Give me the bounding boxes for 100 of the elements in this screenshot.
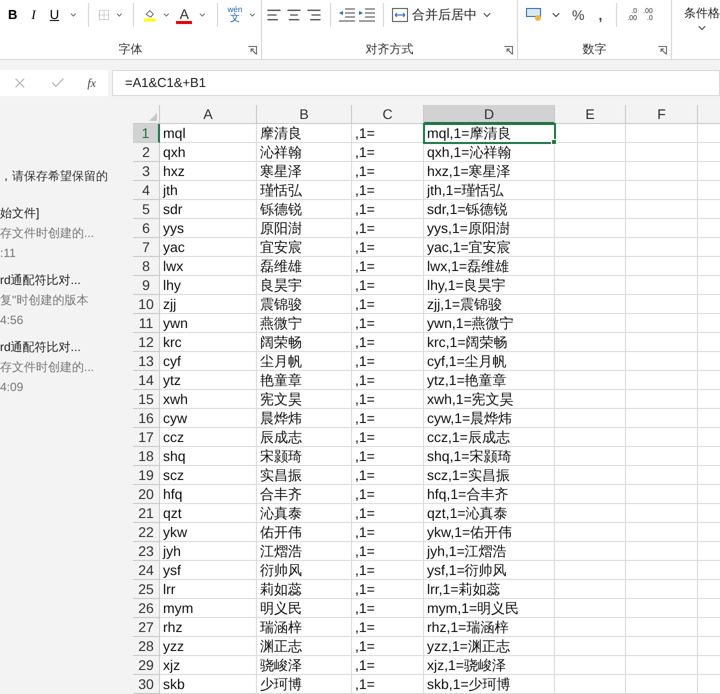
row-header[interactable]: 25 [133,580,160,599]
empty-cell [626,257,698,276]
insert-function-button[interactable]: fx [87,74,96,92]
empty-cell [626,618,698,637]
row-header[interactable]: 8 [133,257,160,276]
borders-icon[interactable] [98,8,109,22]
table-cell: lwx,1=磊维雄 [424,257,555,276]
row-header[interactable]: 14 [133,371,160,390]
row-header[interactable]: 27 [133,618,160,637]
empty-cell [626,561,698,580]
row-header[interactable]: 6 [133,219,160,238]
table-cell: 铄德锐 [257,200,352,219]
version-item[interactable]: 始文件] 存文件时创建的... :11 [0,205,133,261]
empty-cell [555,257,626,276]
merge-center-button[interactable]: 合并后居中 [392,5,477,25]
table-cell: krc [160,333,257,352]
dialog-launcher-icon[interactable] [504,46,513,55]
bold-button[interactable]: B [4,5,22,25]
decrease-indent-icon[interactable] [339,8,355,22]
table-cell: krc,1=阔荣畅 [424,333,555,352]
column-header[interactable]: C [352,105,424,124]
dialog-launcher-icon[interactable] [248,46,257,55]
row-header[interactable]: 3 [133,162,160,181]
formula-input[interactable]: =A1&C1&+B1 [112,70,720,96]
table-cell: lhy [160,276,257,295]
fill-handle[interactable] [551,139,557,145]
table-cell: ysf,1=衍帅风 [424,561,555,580]
italic-button[interactable]: I [27,5,40,25]
row-header[interactable]: 24 [133,561,160,580]
table-cell: ykw [160,523,257,542]
row-header[interactable]: 15 [133,390,160,409]
row-header[interactable]: 29 [133,656,160,675]
table-cell: qzt,1=沁真泰 [424,504,555,523]
table-cell: 晨烨炜 [257,409,352,428]
row-header[interactable]: 30 [133,675,160,694]
version-item[interactable]: rd通配符比对... 存文件时创建的... 4:09 [0,339,133,395]
column-header[interactable]: B [257,105,352,124]
row-header[interactable]: 22 [133,523,160,542]
empty-cell [555,219,626,238]
table-cell: ywn,1=燕微宁 [424,314,555,333]
table-cell: ,1= [352,162,424,181]
row-header[interactable]: 11 [133,314,160,333]
table-cell: cyf [160,352,257,371]
comma-button[interactable]: , [594,4,606,26]
table-cell: ,1= [352,656,424,675]
group-label: 字体 [118,41,144,58]
row-header[interactable]: 4 [133,181,160,200]
percent-button[interactable]: % [568,4,588,26]
empty-cell [626,656,698,675]
conditional-format-button[interactable]: 条件格 [684,4,720,22]
row-header[interactable]: 23 [133,542,160,561]
row-header[interactable]: 5 [133,200,160,219]
row-header[interactable]: 9 [133,276,160,295]
column-header[interactable]: F [626,105,698,124]
empty-cell [555,485,626,504]
row-header[interactable]: 20 [133,485,160,504]
empty-cell [555,143,626,162]
table-cell: ,1= [352,238,424,257]
version-time: 4:56 [0,312,24,328]
row-header[interactable]: 26 [133,599,160,618]
column-header[interactable]: E [555,105,626,124]
empty-cell [626,542,698,561]
row-header[interactable]: 18 [133,447,160,466]
row-header[interactable]: 21 [133,504,160,523]
column-header[interactable]: D [424,105,555,124]
empty-cell [626,428,698,447]
row-header[interactable]: 17 [133,428,160,447]
empty-cell [555,352,626,371]
row-header[interactable]: 10 [133,295,160,314]
dialog-launcher-icon[interactable] [658,46,667,55]
row-header[interactable]: 16 [133,409,160,428]
currency-icon[interactable] [526,8,544,22]
empty-cell [555,466,626,485]
table-cell: ,1= [352,523,424,542]
empty-cell [626,504,698,523]
row-header[interactable]: 1 [133,124,160,143]
table-cell: 良昊宇 [257,276,352,295]
phonetic-button[interactable]: wén 文 [228,6,242,24]
row-header[interactable]: 7 [133,238,160,257]
align-right-icon[interactable] [306,7,322,23]
row-header[interactable]: 12 [133,333,160,352]
empty-cell [626,276,698,295]
version-item[interactable]: rd通配符比对... 复"时创建的版本 4:56 [0,272,133,328]
font-color-button[interactable]: A [176,6,192,24]
table-cell: ,1= [352,276,424,295]
align-center-icon[interactable] [286,7,302,23]
row-header[interactable]: 2 [133,143,160,162]
table-cell: ,1= [352,504,424,523]
table-cell: yys,1=原阳澍 [424,219,555,238]
table-cell: 实昌振 [257,466,352,485]
table-cell: ,1= [352,352,424,371]
row-header[interactable]: 19 [133,466,160,485]
align-left-icon[interactable] [266,7,282,23]
column-header[interactable]: A [160,105,257,124]
table-cell: ,1= [352,428,424,447]
row-header[interactable]: 28 [133,637,160,656]
row-header[interactable]: 13 [133,352,160,371]
underline-button[interactable]: U [46,5,64,25]
table-cell: ,1= [352,200,424,219]
increase-indent-icon[interactable] [359,8,375,22]
